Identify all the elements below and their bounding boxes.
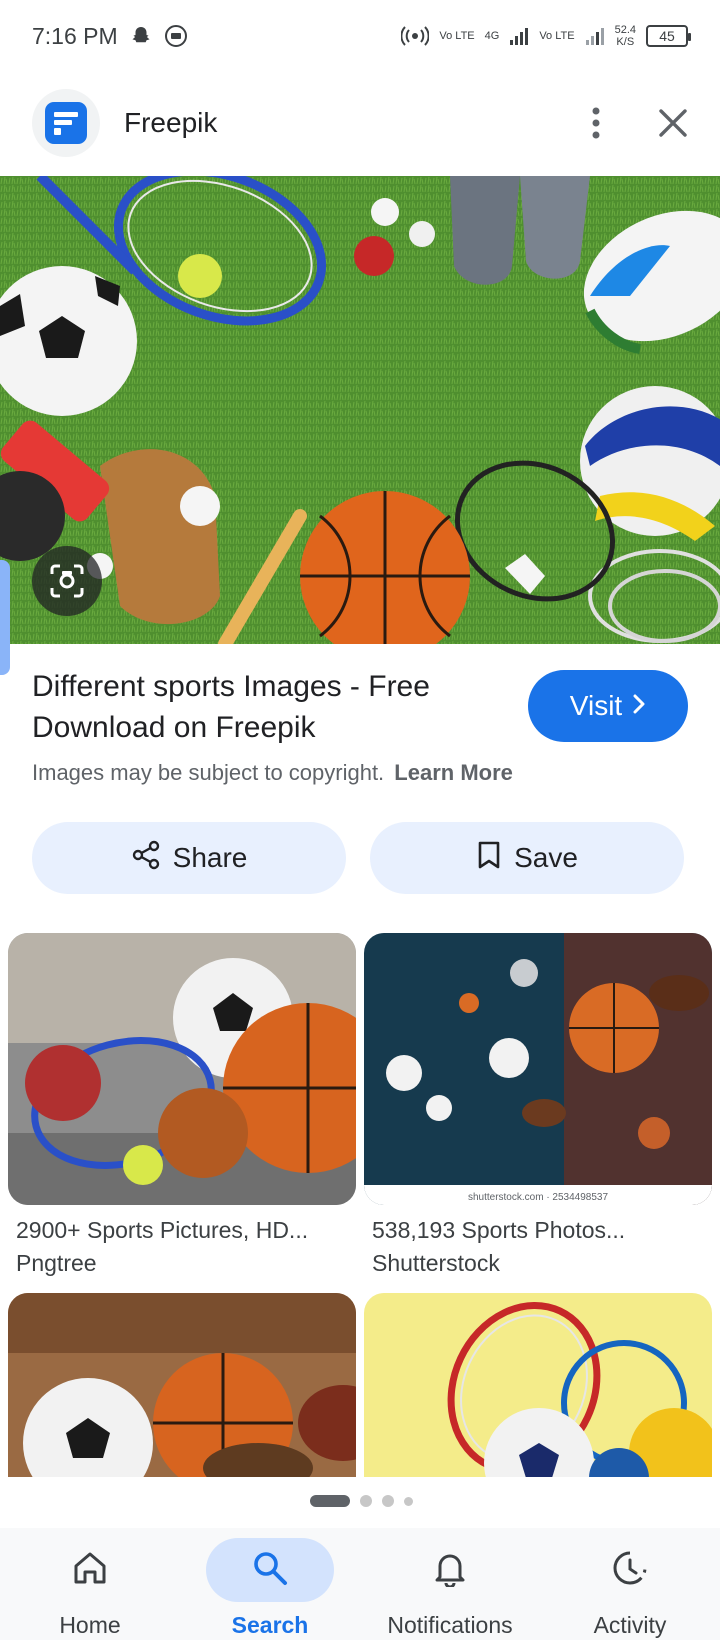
bookmark-icon xyxy=(476,840,502,877)
related-source: Shutterstock xyxy=(372,1250,500,1276)
bell-icon xyxy=(432,1549,468,1592)
media-icon xyxy=(164,24,188,48)
learn-more-link[interactable]: Learn More xyxy=(394,760,513,785)
more-vert-icon[interactable] xyxy=(590,106,602,140)
pager-dot-active xyxy=(310,1495,350,1507)
result-title[interactable]: Different sports Images - Free Download … xyxy=(32,666,492,748)
activity-icon xyxy=(611,1549,649,1592)
top-bar: Freepik xyxy=(0,86,720,160)
related-thumbnail[interactable] xyxy=(8,933,356,1205)
volte-badge-2: Vo LTE xyxy=(539,30,575,42)
hero-image[interactable] xyxy=(0,176,720,644)
related-card[interactable] xyxy=(8,1293,356,1477)
nav-home[interactable]: Home xyxy=(0,1528,180,1640)
close-icon[interactable] xyxy=(658,108,688,138)
freepik-logo[interactable] xyxy=(32,89,100,157)
share-label: Share xyxy=(172,842,248,873)
action-row: Share Save xyxy=(32,822,684,894)
nav-label: Home xyxy=(59,1612,121,1638)
nav-activity[interactable]: Activity xyxy=(540,1528,720,1640)
status-bar: 7:16 PM Vo LTE 4G Vo LTE 52.4 K/S 45 xyxy=(0,0,720,72)
related-images-grid: 2900+ Sports Pictures, HD... Pngtree shu… xyxy=(8,933,712,1477)
pager-dot xyxy=(360,1495,372,1507)
side-panel-handle[interactable] xyxy=(0,560,10,675)
home-icon xyxy=(71,1549,109,1592)
volte-badge-1: Vo LTE xyxy=(439,30,475,42)
pager-dot xyxy=(404,1496,413,1506)
pager-dot xyxy=(382,1495,394,1507)
nav-label: Activity xyxy=(593,1612,667,1638)
visit-button[interactable]: Visit xyxy=(528,670,688,742)
related-card[interactable]: shutterstock.com · 2534498537 538,193 Sp… xyxy=(364,933,712,1277)
pager-dots xyxy=(310,1495,413,1507)
related-thumbnail[interactable] xyxy=(8,1293,356,1477)
related-card[interactable] xyxy=(364,1293,712,1477)
related-source: Pngtree xyxy=(16,1250,97,1276)
copyright-notice: Images may be subject to copyright. Lear… xyxy=(32,760,513,785)
site-name[interactable]: Freepik xyxy=(124,107,217,139)
share-icon xyxy=(131,840,161,877)
status-time: 7:16 PM xyxy=(32,22,118,49)
related-card[interactable]: 2900+ Sports Pictures, HD... Pngtree xyxy=(8,933,356,1277)
save-button[interactable]: Save xyxy=(370,822,684,894)
nav-notifications[interactable]: Notifications xyxy=(360,1528,540,1640)
thumbnail-watermark: shutterstock.com · 2534498537 xyxy=(467,1192,609,1203)
lens-icon[interactable] xyxy=(32,546,102,616)
related-title: 2900+ Sports Pictures, HD... xyxy=(16,1217,309,1243)
network-gen: 4G xyxy=(484,30,500,42)
hotspot-icon xyxy=(401,25,430,47)
network-speed: 52.4 K/S xyxy=(614,24,636,48)
search-icon xyxy=(251,1549,289,1592)
nav-label: Search xyxy=(231,1612,309,1638)
nav-search[interactable]: Search xyxy=(180,1528,360,1640)
nav-label: Notifications xyxy=(387,1612,513,1638)
related-thumbnail[interactable]: shutterstock.com · 2534498537 xyxy=(364,933,712,1205)
chevron-right-icon xyxy=(632,690,646,722)
snapchat-icon xyxy=(130,25,152,47)
battery-icon: 45 xyxy=(646,25,691,47)
share-button[interactable]: Share xyxy=(32,822,346,894)
visit-label: Visit xyxy=(569,690,623,721)
related-thumbnail[interactable] xyxy=(364,1293,712,1477)
signal-icon-2 xyxy=(585,26,605,46)
save-label: Save xyxy=(514,842,578,873)
bottom-nav: Home Search Notifications Activity xyxy=(0,1528,720,1640)
related-title: 538,193 Sports Photos... xyxy=(372,1217,626,1243)
signal-icon-1 xyxy=(509,26,529,46)
